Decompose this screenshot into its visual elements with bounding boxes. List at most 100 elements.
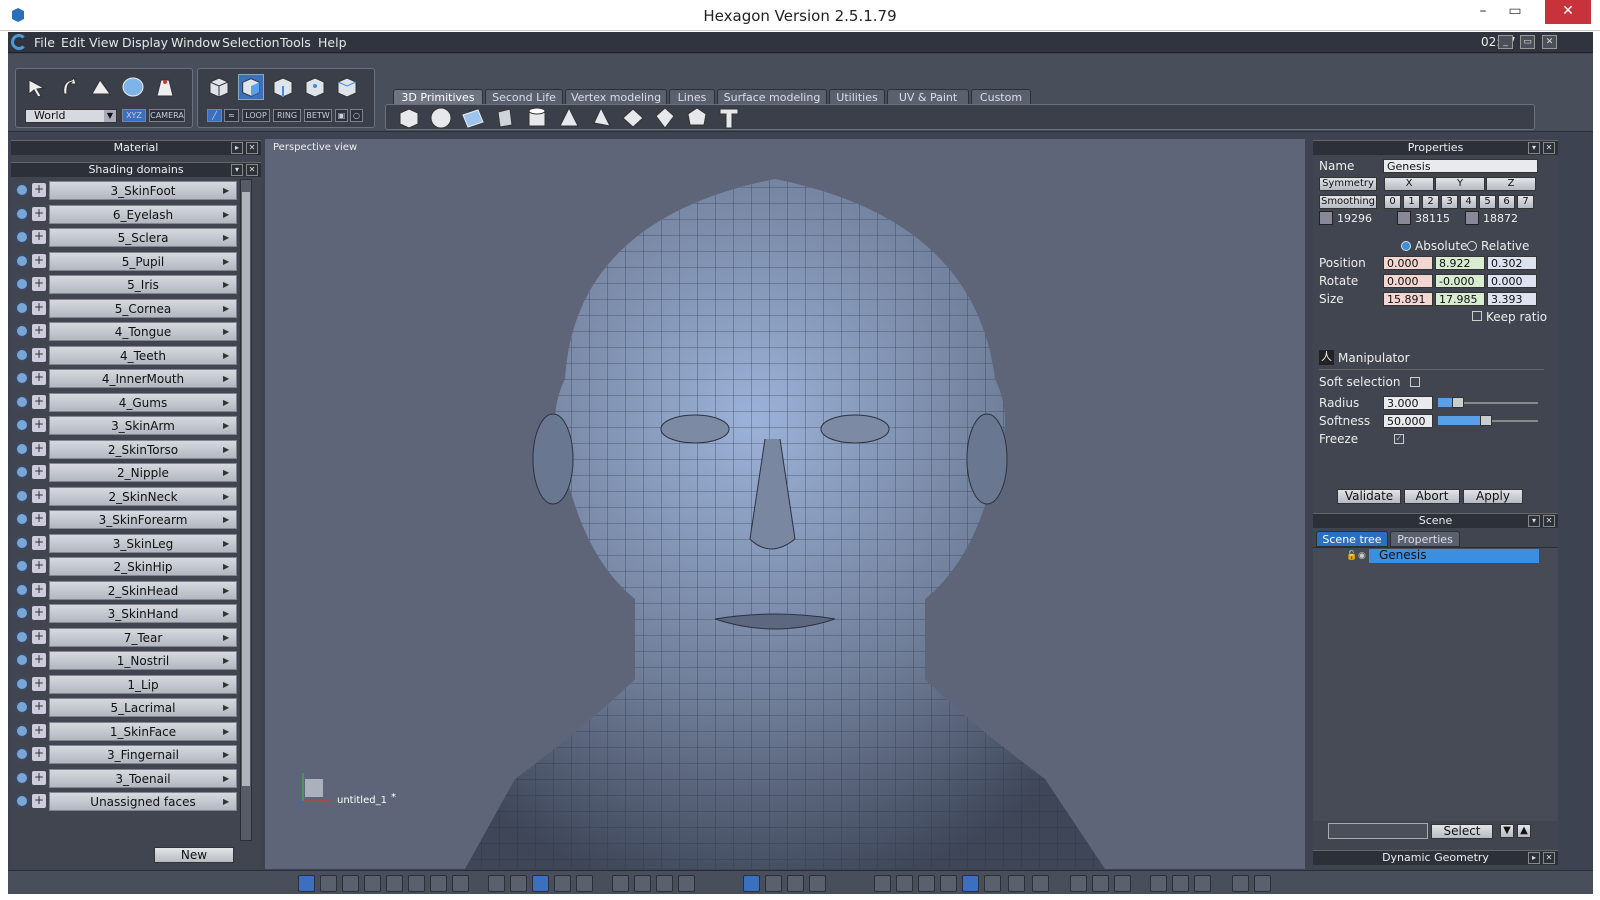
shading-domain-row[interactable]: +3_SkinForearm ▶ [13,509,237,530]
tab-vertex-modeling[interactable]: Vertex modeling [565,89,667,105]
chevron-right-icon[interactable]: ▶ [223,680,233,689]
chevron-right-icon[interactable]: ▶ [223,515,233,524]
chevron-right-icon[interactable]: ▶ [223,398,233,407]
name-input[interactable]: Genesis [1383,159,1538,173]
new-domain-button[interactable]: New [154,847,234,863]
visibility-eye-icon[interactable] [15,488,29,503]
panel-close-icon[interactable]: ✕ [246,164,258,176]
shading-domain-label[interactable]: 2_Nipple [49,463,237,482]
chevron-right-icon[interactable]: ▶ [223,210,233,219]
shading-domain-label[interactable]: 3_SkinFoot [49,181,237,200]
chevron-right-icon[interactable]: ▶ [223,374,233,383]
grid-toggle-icon[interactable] [488,875,505,892]
abort-button[interactable]: Abort [1404,489,1460,504]
chevron-right-icon[interactable]: ▶ [223,468,233,477]
shading-domain-row[interactable]: +3_SkinLeg ▶ [13,533,237,554]
two-view-v-icon[interactable] [430,875,447,892]
add-to-domain-icon[interactable]: + [32,418,46,432]
panel-close-icon[interactable]: ✕ [1543,852,1555,864]
material-a-icon[interactable] [1194,875,1211,892]
menu-selection[interactable]: Selection [222,35,280,50]
cone-primitive-icon[interactable] [556,105,582,131]
shading-domain-row[interactable]: +4_Tongue ▶ [13,321,237,342]
shading-domain-row[interactable]: +4_InnerMouth ▶ [13,368,237,389]
snap-magnet-icon[interactable] [510,875,527,892]
shading-domain-label[interactable]: 4_Tongue [49,322,237,341]
tab-3d-primitives[interactable]: 3D Primitives [393,89,483,105]
manipulator-view-icon[interactable] [743,875,760,892]
select-edge-icon[interactable] [270,74,296,100]
size-z-field[interactable]: 3.393 [1487,292,1537,306]
select-arrow-icon[interactable] [24,74,50,100]
maximize-button[interactable]: ▭ [1500,0,1530,24]
add-to-domain-icon[interactable]: + [32,183,46,197]
white-sphere-icon[interactable] [1070,875,1087,892]
loop-select-button[interactable]: LOOP [242,109,270,122]
select-auto-icon[interactable] [334,74,360,100]
add-to-domain-icon[interactable]: + [32,723,46,738]
shading-domain-label[interactable]: 5_Pupil [49,251,237,271]
shading-domain-label[interactable]: 1_Lip [49,674,237,694]
flat-sphere-icon[interactable] [918,875,935,892]
shading-domain-row[interactable]: +5_Lacrimal ▶ [13,697,237,718]
text-primitive-icon[interactable] [716,105,742,131]
shading-domain-label[interactable]: 1_Nostril [49,651,237,670]
shading-domain-label[interactable]: 3_SkinHand [49,604,237,623]
pyramid-primitive-icon[interactable] [588,105,614,131]
wire-grid-sphere-icon[interactable] [940,875,957,892]
shading-domain-label[interactable]: 2_SkinTorso [49,439,237,459]
quad-view-icon[interactable] [320,875,337,892]
add-to-domain-icon[interactable]: + [32,371,46,385]
radius-slider[interactable] [1438,397,1538,408]
scale-tool-icon[interactable] [120,74,146,100]
symmetry-x-button[interactable]: X [1384,177,1434,191]
add-to-domain-icon[interactable]: + [32,277,46,291]
add-to-domain-icon[interactable]: + [32,676,46,691]
symmetry-button[interactable]: Symmetry [1319,177,1377,191]
shading-domain-row[interactable]: +6_Eyelash ▶ [13,204,237,225]
chevron-right-icon[interactable]: ▶ [223,304,233,313]
shading-domain-row[interactable]: +2_SkinHip ▶ [13,556,237,577]
lasso-select-button[interactable]: ╱ [207,109,222,122]
add-to-domain-icon[interactable]: + [32,441,46,456]
smoothing-level-0-button[interactable]: 0 [1384,195,1401,209]
checker-icon[interactable] [554,875,571,892]
smooth-a-icon[interactable] [1092,875,1109,892]
move-down-icon[interactable]: ▼ [1500,824,1514,838]
shading-domain-row[interactable]: +3_Toenail ▶ [13,768,237,789]
add-to-domain-icon[interactable]: + [32,253,46,268]
smoothing-level-2-button[interactable]: 2 [1422,195,1439,209]
chevron-right-icon[interactable]: ▶ [223,257,233,266]
shaded-sphere-icon[interactable] [962,875,979,892]
freeze-checkbox[interactable]: ✓ [1394,434,1404,444]
chevron-right-icon[interactable]: ▶ [223,562,233,571]
render-splat-icon[interactable] [1254,875,1271,892]
add-to-domain-icon[interactable]: + [32,559,46,573]
soft-selection-checkbox[interactable] [1410,377,1420,387]
minimize-button[interactable]: – [1468,0,1498,24]
relative-radio[interactable] [1467,241,1477,251]
chevron-right-icon[interactable]: ▶ [223,445,233,454]
menu-view[interactable]: View [89,35,119,50]
tab-lines[interactable]: Lines [669,89,715,105]
shading-domain-row[interactable]: +5_Iris ▶ [13,274,237,295]
softness-field[interactable]: 50.000 [1383,414,1433,428]
grid-display-icon[interactable] [532,875,549,892]
visibility-eye-icon[interactable] [15,559,29,573]
select-button[interactable]: Select [1431,824,1493,839]
chevron-right-icon[interactable]: ▶ [223,774,233,783]
zoom-fit-icon[interactable] [612,875,629,892]
visibility-eye-icon[interactable] [15,535,29,550]
smoothing-level-7-button[interactable]: 7 [1517,195,1534,209]
shading-domain-label[interactable]: 3_SkinForearm [49,510,237,529]
tab-custom[interactable]: Custom [971,89,1031,105]
scrollbar-thumb[interactable] [242,192,250,786]
visibility-eye-icon[interactable] [15,794,29,808]
domain-list-scrollbar[interactable] [240,179,252,841]
smoothing-level-3-button[interactable]: 3 [1441,195,1458,209]
add-to-domain-icon[interactable]: + [32,347,46,362]
sphere-primitive-icon[interactable] [428,105,454,131]
three-view-c-icon[interactable] [386,875,403,892]
shading-domain-row[interactable]: +5_Pupil ▶ [13,251,237,272]
add-to-domain-icon[interactable]: + [32,465,46,479]
